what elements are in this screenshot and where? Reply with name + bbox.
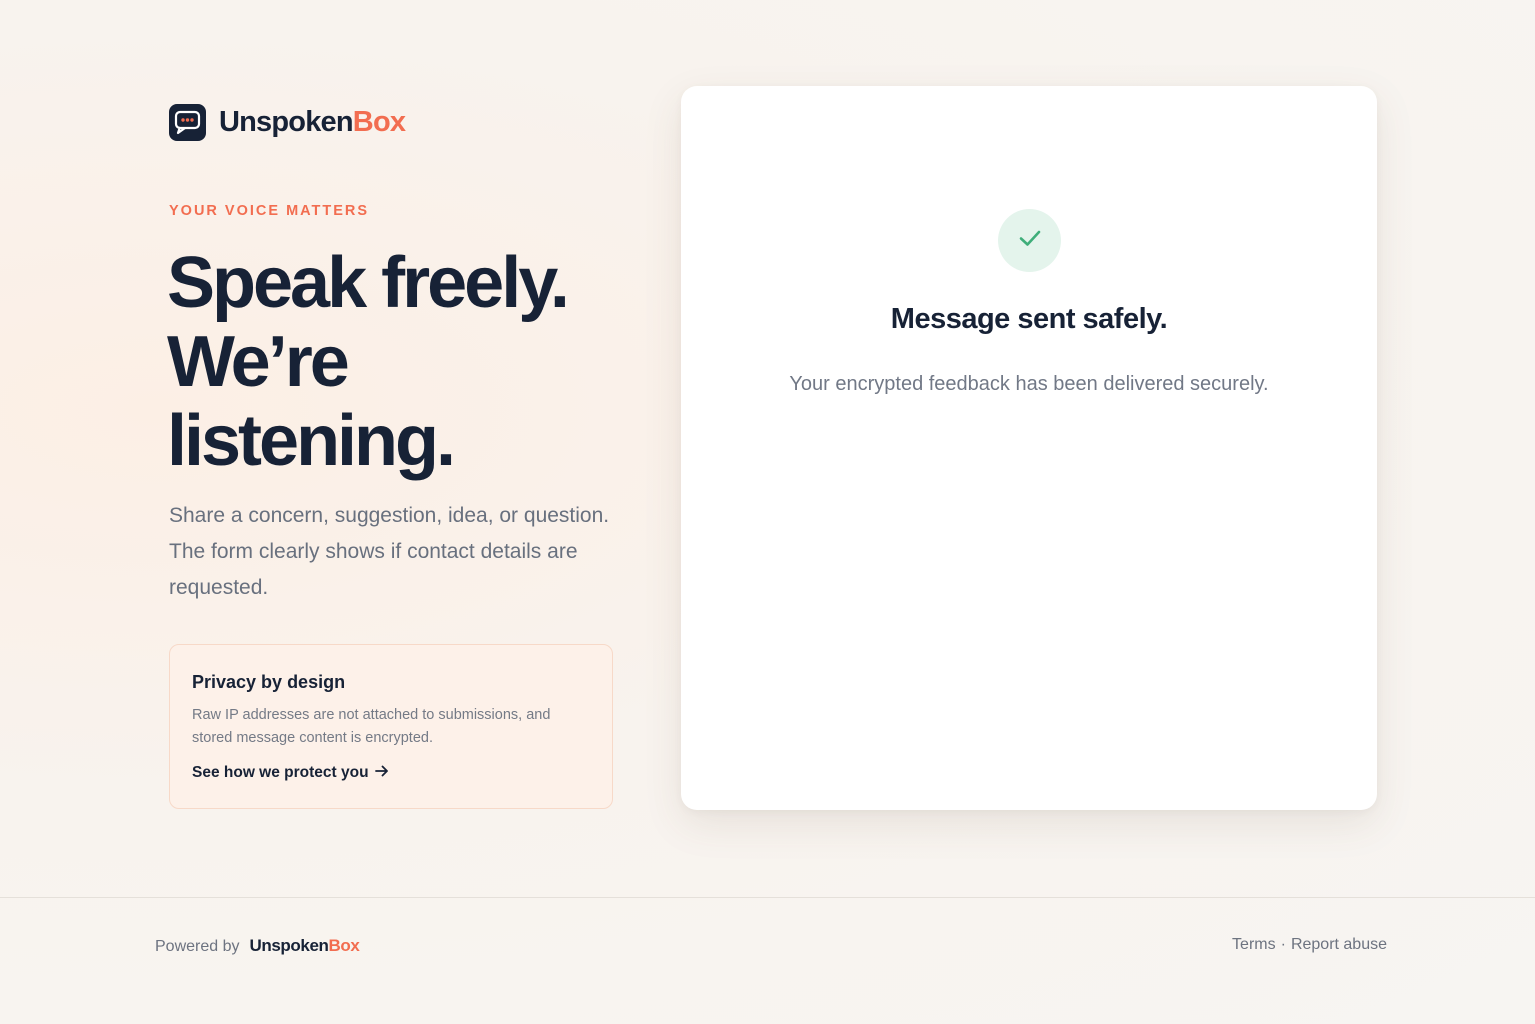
page-headline: Speak freely. We’re listening. [167,244,647,481]
headline-line: Speak freely. [167,243,570,323]
report-abuse-link[interactable]: Report abuse [1291,936,1387,954]
powered-by-label: Powered by [155,938,240,955]
footer-brand-accent: Box [328,936,360,955]
headline-line: We’re [167,322,350,402]
success-title: Message sent safely. [890,303,1168,335]
privacy-description: Raw IP addresses are not attached to sub… [192,707,551,746]
link-separator: · [1280,936,1286,953]
brand-name-main: Unspoken [219,106,354,138]
terms-link[interactable]: Terms [1232,936,1276,954]
privacy-link[interactable]: See how we protect you [192,764,389,782]
confirmation-panel: Message sent safely. Your encrypted feed… [681,86,1377,810]
brand-logo[interactable]: UnspokenBox [169,104,406,141]
footer: Powered by UnspokenBox Terms · Report ab… [0,897,1535,1024]
powered-by: Powered by UnspokenBox [155,936,360,956]
privacy-title: Privacy by design [192,672,346,692]
footer-brand-main: Unspoken [249,936,329,955]
brand-name-accent: Box [352,106,406,138]
check-icon [1018,228,1042,253]
success-message: Your encrypted feedback has been deliver… [789,373,1269,395]
eyebrow-label: YOUR VOICE MATTERS [169,203,370,219]
chat-bubble-icon [169,104,206,141]
footer-brand[interactable]: UnspokenBox [250,936,360,956]
brand-name: UnspokenBox [219,106,406,139]
privacy-link-label: See how we protect you [192,764,369,781]
headline-line: listening. [167,401,456,481]
privacy-card: Privacy by design Raw IP addresses are n… [169,644,613,809]
arrow-right-icon [374,764,389,782]
success-badge [998,209,1061,272]
intro-text: Share a concern, suggestion, idea, or qu… [169,504,610,599]
footer-links: Terms · Report abuse [1232,936,1387,954]
